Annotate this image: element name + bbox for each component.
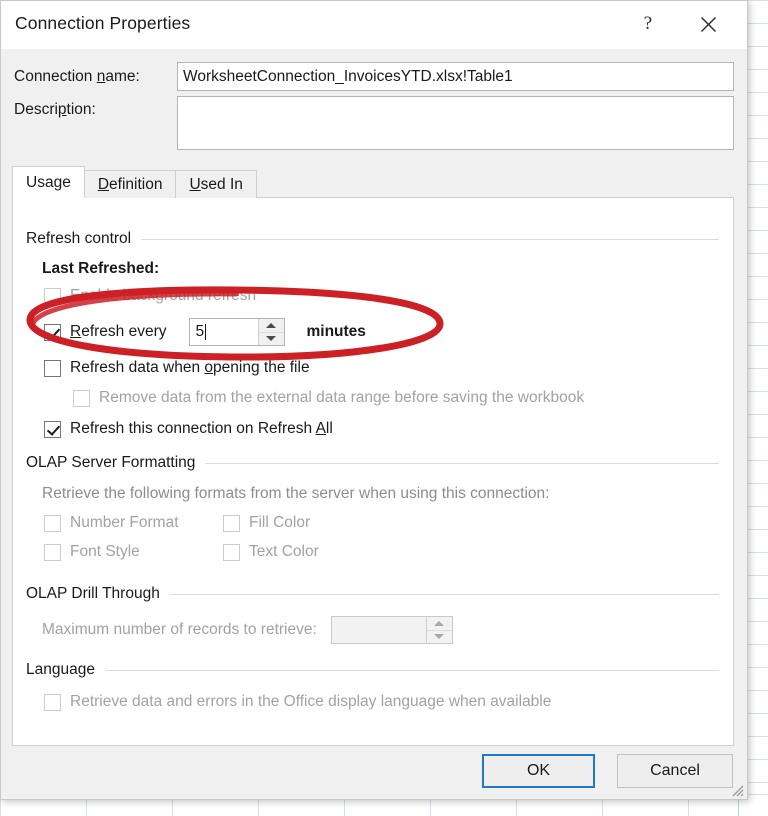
connection-properties-dialog: Connection Properties ? Connection name:… <box>0 0 748 800</box>
connection-name-label: Connection name: <box>14 68 140 85</box>
connection-name-input[interactable]: WorksheetConnection_InvoicesYTD.xlsx!Tab… <box>177 62 734 91</box>
retrieve-office-language-checkbox <box>44 693 61 711</box>
fill-color-checkbox <box>223 514 240 532</box>
remove-data-row: Remove data from the external data range… <box>73 389 584 407</box>
refresh-on-open-label: Refresh data when opening the file <box>70 359 310 376</box>
remove-data-checkbox <box>73 389 90 407</box>
font-style-checkbox <box>44 543 61 561</box>
refresh-interval-value: 5 <box>195 323 205 340</box>
dialog-footer: OK Cancel <box>1 746 747 799</box>
last-refreshed-label: Last Refreshed: <box>42 260 160 277</box>
description-input[interactable] <box>177 96 734 150</box>
refresh-every-checkbox[interactable] <box>44 323 61 341</box>
refresh-interval-stepper[interactable]: 5 <box>188 318 285 346</box>
description-label: Description: <box>14 101 96 118</box>
text-color-label: Text Color <box>249 543 319 560</box>
olap-drill-through-group-title: OLAP Drill Through <box>26 585 160 602</box>
refresh-every-label: Refresh every <box>70 323 167 340</box>
refresh-control-group-header: Refresh control <box>26 230 719 248</box>
max-records-input <box>331 617 426 643</box>
olap-number-format-row: Number Format <box>44 514 179 532</box>
tab-definition[interactable]: Definition <box>83 170 177 198</box>
tab-used-in[interactable]: Used In <box>175 170 257 198</box>
dialog-titlebar: Connection Properties ? <box>1 1 747 49</box>
arrow-down-icon <box>266 336 276 342</box>
enable-background-refresh-label: Enable background refresh <box>70 287 257 304</box>
refresh-all-row: Refresh this connection on Refresh All <box>44 420 333 438</box>
refresh-every-row: Refresh every 5 minutes <box>44 318 366 346</box>
spin-down-button <box>427 631 452 644</box>
group-divider-line <box>205 462 719 464</box>
fill-color-label: Fill Color <box>249 514 311 531</box>
olap-fill-color-row: Fill Color <box>223 514 310 532</box>
max-records-stepper <box>330 616 453 644</box>
olap-server-formatting-group-title: OLAP Server Formatting <box>26 454 196 471</box>
tabstrip: Usa g e Definition Used In <box>12 166 257 198</box>
olap-text-color-row: Text Color <box>223 543 319 561</box>
usage-tab-panel: Refresh control Last Refreshed: Enable b… <box>12 197 734 746</box>
refresh-all-checkbox[interactable] <box>44 420 61 438</box>
olap-drill-through-group-header: OLAP Drill Through <box>26 585 719 603</box>
group-divider-line <box>104 669 719 671</box>
help-icon[interactable]: ? <box>631 9 665 39</box>
olap-font-style-row: Font Style <box>44 543 140 561</box>
ok-button[interactable]: OK <box>482 754 595 788</box>
refresh-interval-spin-buttons[interactable] <box>257 319 284 346</box>
arrow-down-icon <box>434 634 445 640</box>
number-format-checkbox <box>44 514 61 532</box>
max-records-label: Maximum number of records to retrieve: <box>42 621 317 638</box>
tab-usage[interactable]: Usa g e <box>12 166 85 198</box>
spin-down-button[interactable] <box>259 333 284 346</box>
remove-data-label: Remove data from the external data range… <box>99 389 585 406</box>
enable-background-refresh-checkbox <box>44 287 61 305</box>
number-format-label: Number Format <box>70 514 179 531</box>
spin-up-button[interactable] <box>258 319 284 333</box>
olap-formatting-description: Retrieve the following formats from the … <box>42 485 550 502</box>
resize-grip-icon[interactable] <box>730 783 744 797</box>
refresh-on-open-checkbox[interactable] <box>44 359 61 377</box>
close-x-icon[interactable] <box>691 9 725 39</box>
retrieve-office-language-label: Retrieve data and errors in the Office d… <box>70 693 552 710</box>
arrow-up-icon <box>434 620 445 626</box>
group-divider-line <box>169 593 719 595</box>
dialog-title: Connection Properties <box>15 13 191 33</box>
refresh-on-open-row: Refresh data when opening the file <box>44 359 310 377</box>
language-group-header: Language <box>26 661 719 679</box>
font-style-label: Font Style <box>70 543 140 560</box>
max-records-spin-buttons <box>425 617 452 644</box>
olap-server-formatting-group-header: OLAP Server Formatting <box>26 454 719 472</box>
enable-background-refresh-row: Enable background refresh <box>44 287 256 305</box>
spin-up-button <box>426 617 452 631</box>
language-group-title: Language <box>26 661 95 678</box>
refresh-interval-input[interactable]: 5 <box>189 319 258 345</box>
refresh-control-group-title: Refresh control <box>26 230 132 247</box>
cancel-button[interactable]: Cancel <box>617 754 733 788</box>
group-divider-line <box>141 238 719 240</box>
max-records-row: Maximum number of records to retrieve: <box>42 616 453 644</box>
dialog-header-fields: Connection name: WorksheetConnection_Inv… <box>1 49 747 159</box>
refresh-all-label: Refresh this connection on Refresh All <box>70 420 333 437</box>
retrieve-office-language-row: Retrieve data and errors in the Office d… <box>44 693 551 711</box>
refresh-every-unit-label: minutes <box>306 323 366 340</box>
text-caret <box>205 324 207 340</box>
text-color-checkbox <box>223 543 240 561</box>
arrow-up-icon <box>266 322 276 328</box>
